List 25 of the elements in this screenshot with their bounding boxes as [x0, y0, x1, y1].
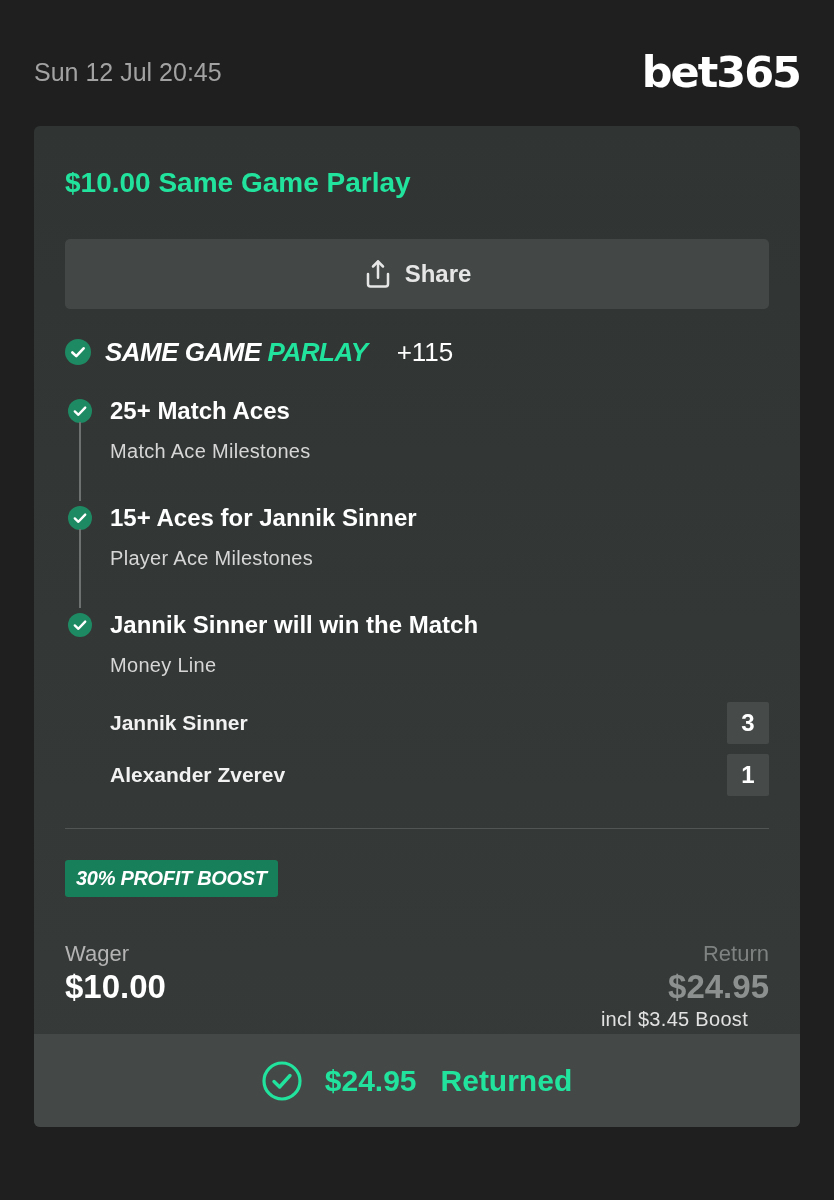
bet-title: $10.00 Same Game Parlay [65, 166, 412, 200]
player-name: Jannik Sinner [110, 710, 248, 736]
check-circle-icon [261, 1060, 302, 1101]
logo: bet365 [641, 50, 800, 94]
date-time: Sun 12 Jul 20:45 [34, 57, 222, 87]
profit-boost-badge: 30% PROFIT BOOST [65, 860, 278, 897]
leg-title: 25+ Match Aces [110, 396, 291, 426]
return-amount: $24.95 [668, 968, 769, 1006]
score-value: 3 [727, 702, 769, 744]
player-name: Alexander Zverev [110, 762, 286, 788]
parlay-label: SAME GAME PARLAY [105, 336, 368, 368]
share-button[interactable]: Share [65, 239, 769, 309]
odds: +115 [396, 336, 454, 368]
wager-amount: $10.00 [65, 968, 166, 1006]
leg-market: Match Ace Milestones [110, 439, 312, 464]
boost-note: incl $3.45 Boost [600, 1007, 748, 1031]
wager-label: Wager [65, 940, 129, 968]
returned-amount: $24.95 [324, 1062, 417, 1099]
result-status: Returned [440, 1062, 573, 1099]
leg-title: 15+ Aces for Jannik Sinner [110, 503, 418, 533]
return-label: Return [702, 940, 769, 968]
leg-market: Money Line [110, 653, 218, 678]
leg-market: Player Ace Milestones [110, 546, 315, 571]
leg-title: Jannik Sinner will win the Match [110, 610, 480, 640]
score-value: 1 [727, 754, 769, 796]
